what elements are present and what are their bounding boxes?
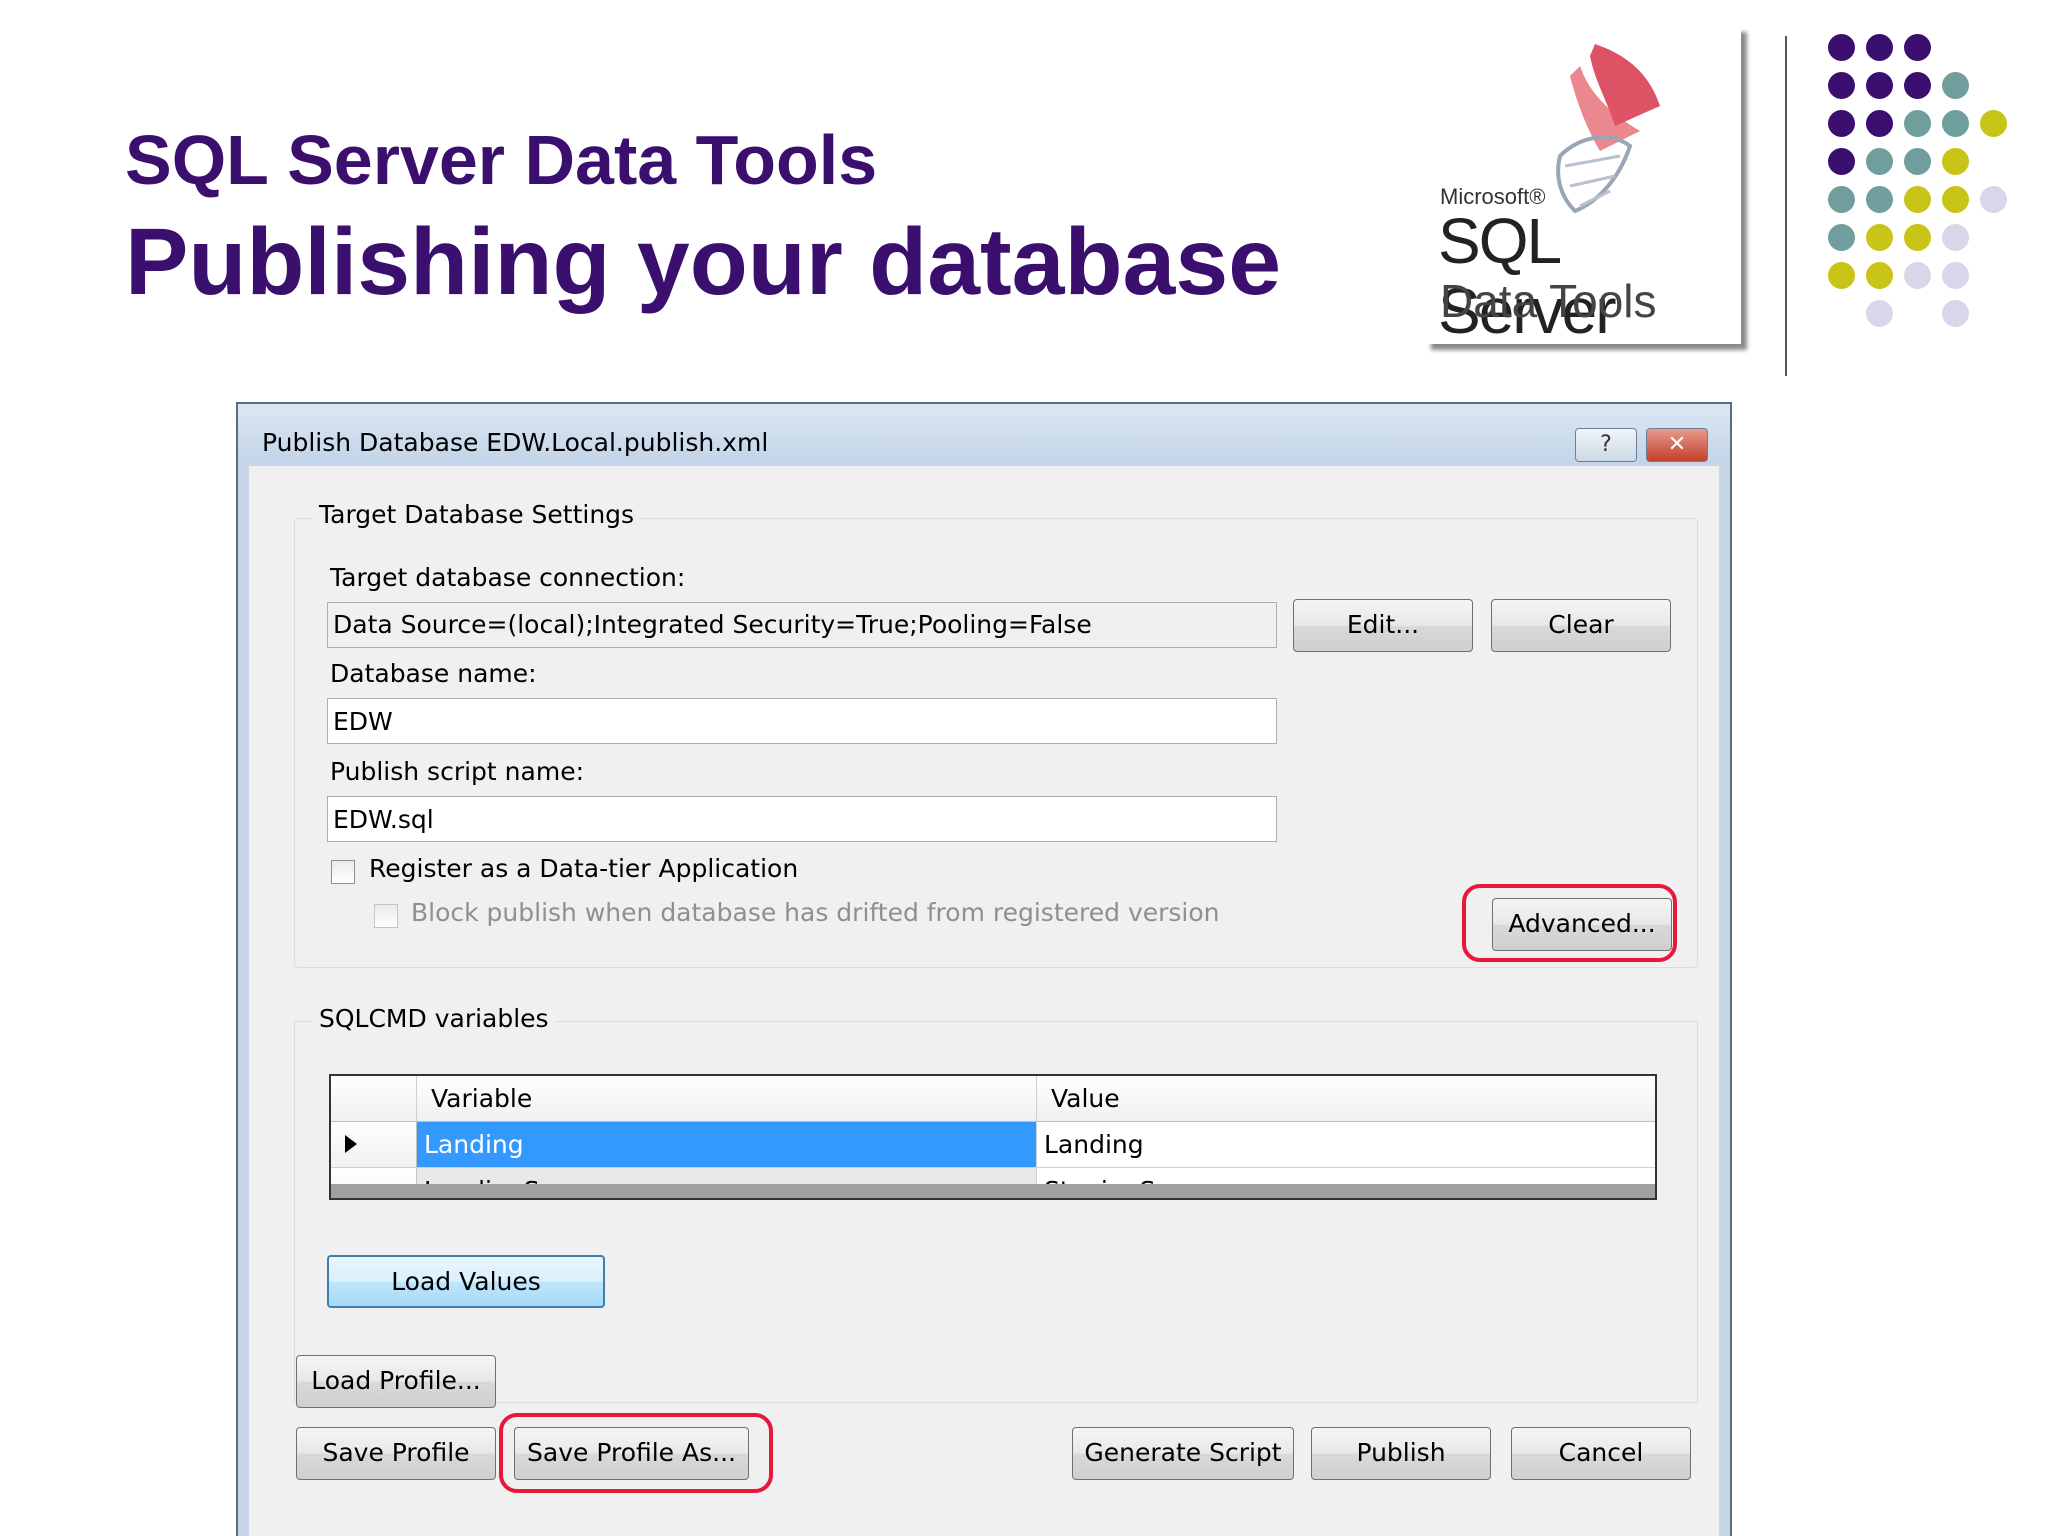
decorative-dot-grid: [1828, 34, 2018, 334]
decor-dot: [1904, 186, 1931, 213]
decor-dot: [1942, 186, 1969, 213]
save-profile-as-highlight: [499, 1413, 773, 1493]
register-dac-label[interactable]: Register as a Data-tier Application: [369, 854, 798, 883]
decor-dot: [1828, 72, 1855, 99]
save-profile-button[interactable]: Save Profile: [296, 1427, 496, 1480]
decor-dot: [1866, 224, 1893, 251]
help-button[interactable]: ?: [1575, 428, 1637, 462]
sql-server-data-tools-logo: Microsoft® SQL Server Data Tools: [1425, 26, 1741, 346]
decor-dot: [1942, 110, 1969, 137]
sqlcmd-variables-label: SQLCMD variables: [313, 1004, 555, 1033]
connection-field[interactable]: Data Source=(local);Integrated Security=…: [327, 602, 1277, 648]
decor-dot: [1866, 262, 1893, 289]
register-dac-checkbox[interactable]: [331, 860, 355, 884]
dialog-title: Publish Database EDW.Local.publish.xml: [262, 428, 769, 457]
database-name-label: Database name:: [330, 659, 537, 688]
decor-dot: [1866, 34, 1893, 61]
decor-dot: [1866, 110, 1893, 137]
load-profile-button[interactable]: Load Profile...: [296, 1355, 496, 1408]
value-cell[interactable]: Landing: [1037, 1122, 1655, 1168]
sqlcmd-variables-grid: Variable Value Landing Landing LandingSe…: [329, 1074, 1657, 1200]
publish-button[interactable]: Publish: [1311, 1427, 1491, 1480]
decor-dot: [1904, 110, 1931, 137]
decor-dot: [1904, 224, 1931, 251]
value-column-header[interactable]: Value: [1037, 1076, 1655, 1122]
row-header-current[interactable]: [331, 1122, 417, 1168]
cancel-button[interactable]: Cancel: [1511, 1427, 1691, 1480]
current-row-arrow-icon: [345, 1135, 357, 1153]
block-publish-checkbox[interactable]: [374, 904, 398, 928]
decor-dot: [1980, 110, 2007, 137]
logo-suffix-text: Data Tools: [1440, 275, 1657, 327]
close-icon: ✕: [1667, 432, 1687, 457]
decor-dot: [1942, 224, 1969, 251]
dialog-titlebar[interactable]: Publish Database EDW.Local.publish.xml ?…: [238, 404, 1730, 464]
decor-dot: [1866, 300, 1893, 327]
dialog-client-area: Target Database Settings Target database…: [249, 466, 1719, 1536]
decor-dot: [1828, 110, 1855, 137]
load-values-button[interactable]: Load Values: [327, 1255, 605, 1308]
grid-corner-header: [331, 1076, 417, 1122]
decor-dot: [1904, 72, 1931, 99]
target-database-settings-label: Target Database Settings: [313, 500, 641, 529]
connection-label: Target database connection:: [330, 563, 686, 592]
publish-script-name-label: Publish script name:: [330, 757, 584, 786]
vertical-divider: [1785, 36, 1787, 376]
decor-dot: [1828, 148, 1855, 175]
variable-column-header[interactable]: Variable: [417, 1076, 1037, 1122]
block-publish-label: Block publish when database has drifted …: [411, 898, 1220, 927]
decor-dot: [1942, 262, 1969, 289]
decor-dot: [1980, 186, 2007, 213]
advanced-button-highlight: [1462, 884, 1677, 962]
grid-horizontal-scrollbar[interactable]: [331, 1184, 1655, 1198]
variable-cell[interactable]: Landing: [417, 1122, 1037, 1168]
publish-script-name-input[interactable]: [327, 796, 1277, 842]
slide-title: SQL Server Data Tools: [125, 121, 878, 199]
decor-dot: [1828, 262, 1855, 289]
edit-connection-button[interactable]: Edit...: [1293, 599, 1473, 652]
decor-dot: [1866, 72, 1893, 99]
decor-dot: [1942, 72, 1969, 99]
decor-dot: [1904, 262, 1931, 289]
decor-dot: [1866, 148, 1893, 175]
decor-dot: [1828, 224, 1855, 251]
publish-database-dialog: Publish Database EDW.Local.publish.xml ?…: [236, 402, 1732, 1536]
clear-connection-button[interactable]: Clear: [1491, 599, 1671, 652]
help-icon: ?: [1600, 432, 1612, 457]
slide-subtitle: Publishing your database: [125, 209, 1282, 315]
close-button[interactable]: ✕: [1646, 428, 1708, 462]
decor-dot: [1942, 148, 1969, 175]
decor-dot: [1942, 300, 1969, 327]
decor-dot: [1866, 186, 1893, 213]
decor-dot: [1828, 186, 1855, 213]
database-name-input[interactable]: [327, 698, 1277, 744]
decor-dot: [1828, 34, 1855, 61]
decor-dot: [1904, 34, 1931, 61]
generate-script-button[interactable]: Generate Script: [1072, 1427, 1294, 1480]
decor-dot: [1904, 148, 1931, 175]
